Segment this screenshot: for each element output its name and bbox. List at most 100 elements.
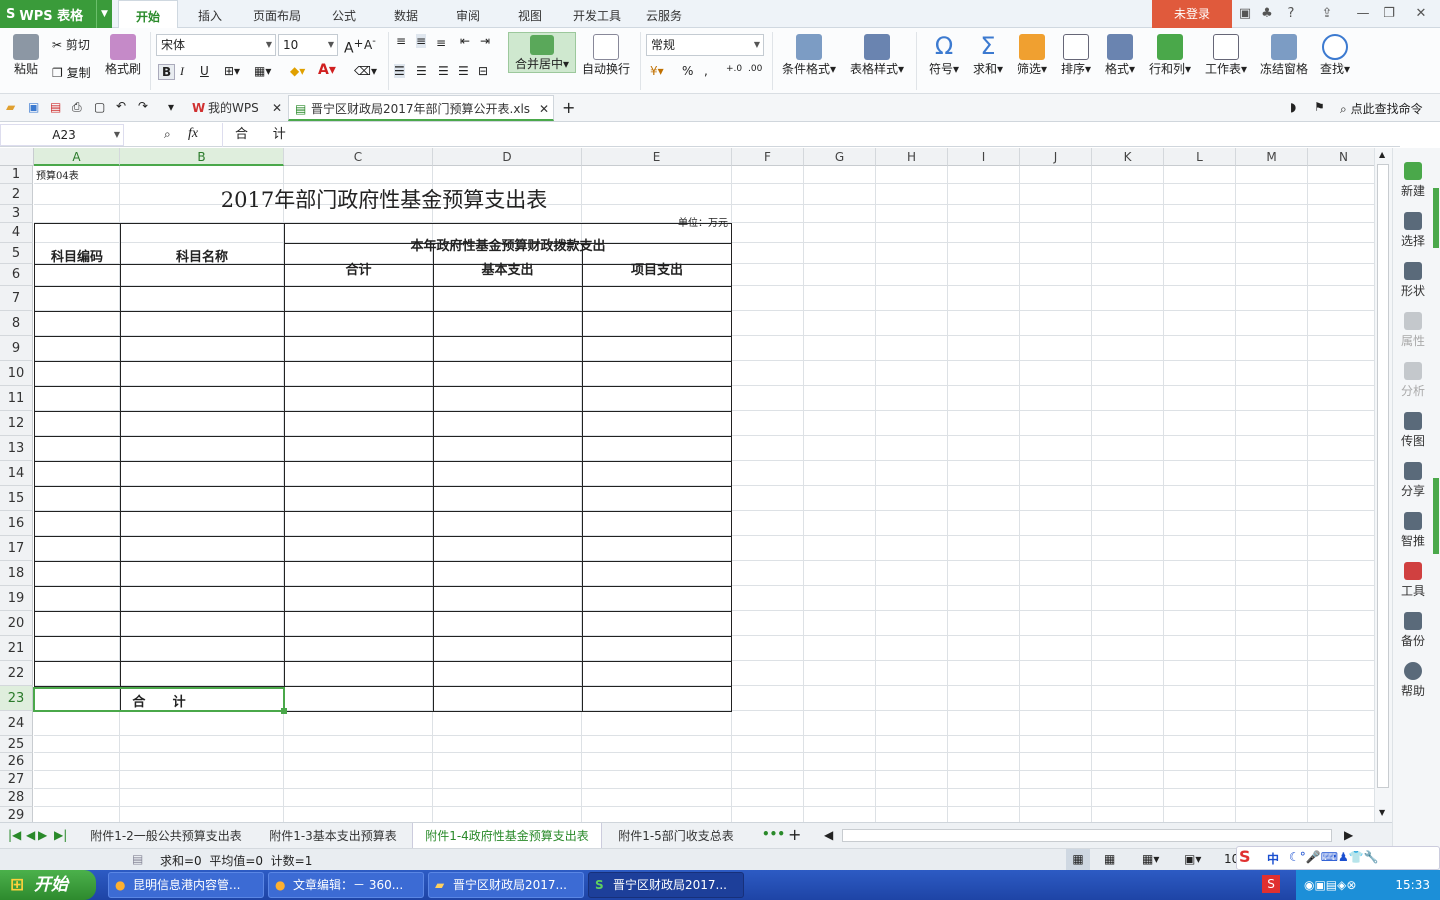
row-header[interactable]: 12 — [0, 411, 33, 436]
tab-developer[interactable]: 开发工具 — [566, 0, 628, 28]
column-header[interactable]: E — [582, 148, 732, 166]
undo-icon[interactable]: ↶ — [116, 99, 126, 113]
taskbar-item-wps[interactable]: S 晋宁区财政局2017... — [588, 872, 744, 898]
find-button[interactable]: 查找▾ — [1314, 34, 1356, 77]
sidebar-item-shape[interactable]: 形状 — [1393, 262, 1433, 299]
row-header[interactable]: 28 — [0, 789, 33, 807]
tab-data[interactable]: 数据 — [384, 0, 428, 28]
column-header[interactable]: D — [433, 148, 582, 166]
tab-start[interactable]: 开始 — [118, 0, 178, 28]
name-box[interactable]: A23 ▼ — [0, 124, 124, 146]
row-header[interactable]: 21 — [0, 636, 33, 661]
sogou-icon[interactable]: S — [1262, 875, 1280, 893]
next-sheet-icon[interactable]: ▶ — [38, 828, 47, 842]
vertical-scrollbar[interactable]: ▲ ▼ — [1374, 148, 1392, 822]
close-icon[interactable]: ✕ — [1412, 5, 1430, 23]
underline-icon[interactable]: U — [200, 64, 209, 78]
filter-button[interactable]: 筛选▾ — [1012, 34, 1052, 77]
spreadsheet-grid[interactable]: ABCDEFGHIJKLMN 1 2 3 4 5 6 7 8 9 10 11 12 13 14 15 16 17… — [0, 148, 1374, 822]
font-name-select[interactable]: 宋体 ▼ — [156, 34, 276, 56]
tab-document[interactable]: ▤ 晋宁区财政局2017年部门预算公开表.xls ✕ — [288, 95, 554, 121]
thousands-icon[interactable]: , — [704, 64, 708, 78]
start-button[interactable]: ⊞ 开始 — [0, 870, 96, 900]
sidebar-item-analysis[interactable]: 分析 — [1393, 362, 1433, 399]
last-sheet-icon[interactable]: ▶| — [54, 828, 67, 842]
tab-insert[interactable]: 插入 — [186, 0, 234, 28]
taskbar-item-browser-2[interactable]: ● 文章编辑：－ 360... — [268, 872, 424, 898]
taskbar-item-folder[interactable]: ▰ 晋宁区财政局2017... — [428, 872, 584, 898]
align-bottom-icon[interactable]: ≡ — [436, 36, 446, 50]
fill-color-icon[interactable]: ◆▾ — [290, 64, 305, 78]
cut-button[interactable]: ✂ 剪切 — [52, 36, 90, 53]
tab-formula[interactable]: 公式 — [322, 0, 366, 28]
decrease-decimal-icon[interactable]: .00 — [748, 64, 762, 74]
scroll-up-icon[interactable]: ▲ — [1379, 150, 1385, 159]
redo-icon[interactable]: ↷ — [138, 99, 148, 113]
align-top-icon[interactable]: ≡ — [396, 34, 406, 48]
clear-format-icon[interactable]: ⌫▾ — [354, 64, 377, 78]
increase-decimal-icon[interactable]: +.0 — [726, 64, 742, 74]
row-header[interactable]: 2 — [0, 184, 33, 205]
align-right-icon[interactable]: ☰ — [438, 64, 449, 78]
column-header[interactable]: J — [1020, 148, 1092, 166]
number-format-select[interactable]: 常规 ▼ — [646, 34, 764, 56]
align-center-icon[interactable]: ☰ — [416, 64, 427, 78]
app-menu-button[interactable]: S WPS 表格 ▼ — [0, 0, 112, 28]
page-layout-view-icon[interactable]: ▦▾ — [1142, 852, 1159, 866]
column-header[interactable]: I — [948, 148, 1020, 166]
maximize-icon[interactable]: ❐ — [1380, 5, 1398, 23]
ime-mode[interactable]: 中 — [1267, 850, 1279, 867]
sidebar-item-new[interactable]: 新建 — [1393, 162, 1433, 199]
freeze-panes-button[interactable]: 冻结窗格 — [1256, 34, 1312, 77]
font-grow-icon[interactable]: A+ — [344, 36, 363, 57]
indent-increase-icon[interactable]: ⇥ — [480, 34, 490, 48]
row-header[interactable]: 11 — [0, 386, 33, 411]
help-icon[interactable]: ? — [1282, 5, 1300, 23]
sidebar-item-select[interactable]: 选择 — [1393, 212, 1433, 249]
sidebar-item-backup[interactable]: 备份 — [1393, 612, 1433, 649]
tray-icons[interactable]: ◉▣▤◈⊗ — [1304, 870, 1356, 900]
tab-cloud[interactable]: 云服务 — [640, 0, 688, 28]
currency-icon[interactable]: ¥▾ — [650, 64, 664, 78]
column-header[interactable]: M — [1236, 148, 1308, 166]
row-header[interactable]: 18 — [0, 561, 33, 586]
sidebar-item-tools[interactable]: 工具 — [1393, 562, 1433, 599]
table-style-button[interactable]: 表格样式▾ — [846, 34, 908, 77]
row-header[interactable]: 4 — [0, 223, 33, 243]
sheet-tab-1-4[interactable]: 附件1-4政府性基金预算支出表 — [412, 823, 602, 849]
row-header[interactable]: 23 — [0, 686, 33, 711]
scroll-right-icon[interactable]: ▶ — [1344, 828, 1353, 842]
align-middle-icon[interactable]: ≡ — [416, 34, 427, 48]
row-header[interactable]: 15 — [0, 486, 33, 511]
chevron-down-icon[interactable]: ▼ — [96, 0, 112, 28]
sidebar-item-properties[interactable]: 属性 — [1393, 312, 1433, 349]
column-header[interactable]: L — [1164, 148, 1236, 166]
column-header[interactable]: G — [804, 148, 876, 166]
tab-review[interactable]: 审阅 — [446, 0, 490, 28]
taskbar-item-browser-1[interactable]: ● 昆明信息港内容管... — [108, 872, 264, 898]
row-header[interactable]: 19 — [0, 586, 33, 611]
row-header[interactable]: 7 — [0, 286, 33, 311]
close-icon[interactable]: ✕ — [539, 96, 549, 122]
new-tab-icon[interactable]: + — [562, 98, 575, 117]
arrow-right-icon[interactable]: ◗ — [1290, 100, 1296, 114]
row-header[interactable]: 6 — [0, 264, 33, 286]
sogou-logo-icon[interactable]: S — [1239, 847, 1251, 866]
print-preview-icon[interactable]: ▢ — [94, 100, 105, 114]
sort-button[interactable]: 排序▾ — [1056, 34, 1096, 77]
export-pdf-icon[interactable]: ▤ — [50, 100, 61, 114]
skin-icon[interactable]: ♣ — [1258, 5, 1276, 23]
row-header[interactable]: 22 — [0, 661, 33, 686]
distribute-icon[interactable]: ⊟ — [478, 64, 488, 78]
wrap-text-button[interactable]: 自动换行 — [580, 34, 632, 77]
add-sheet-icon[interactable]: + — [788, 825, 801, 844]
row-header[interactable]: 5 — [0, 243, 33, 264]
copy-button[interactable]: ❐ 复制 — [52, 64, 91, 81]
prev-sheet-icon[interactable]: ◀ — [26, 828, 35, 842]
chevron-down-icon[interactable]: ▾ — [168, 100, 174, 114]
sheet-tab-1-2[interactable]: 附件1-2一般公共预算支出表 — [80, 823, 252, 849]
scroll-left-icon[interactable]: ◀ — [824, 828, 833, 842]
indent-decrease-icon[interactable]: ⇤ — [460, 34, 470, 48]
row-header[interactable]: 13 — [0, 436, 33, 461]
zoom-formula-icon[interactable]: ⌕ — [164, 127, 171, 142]
